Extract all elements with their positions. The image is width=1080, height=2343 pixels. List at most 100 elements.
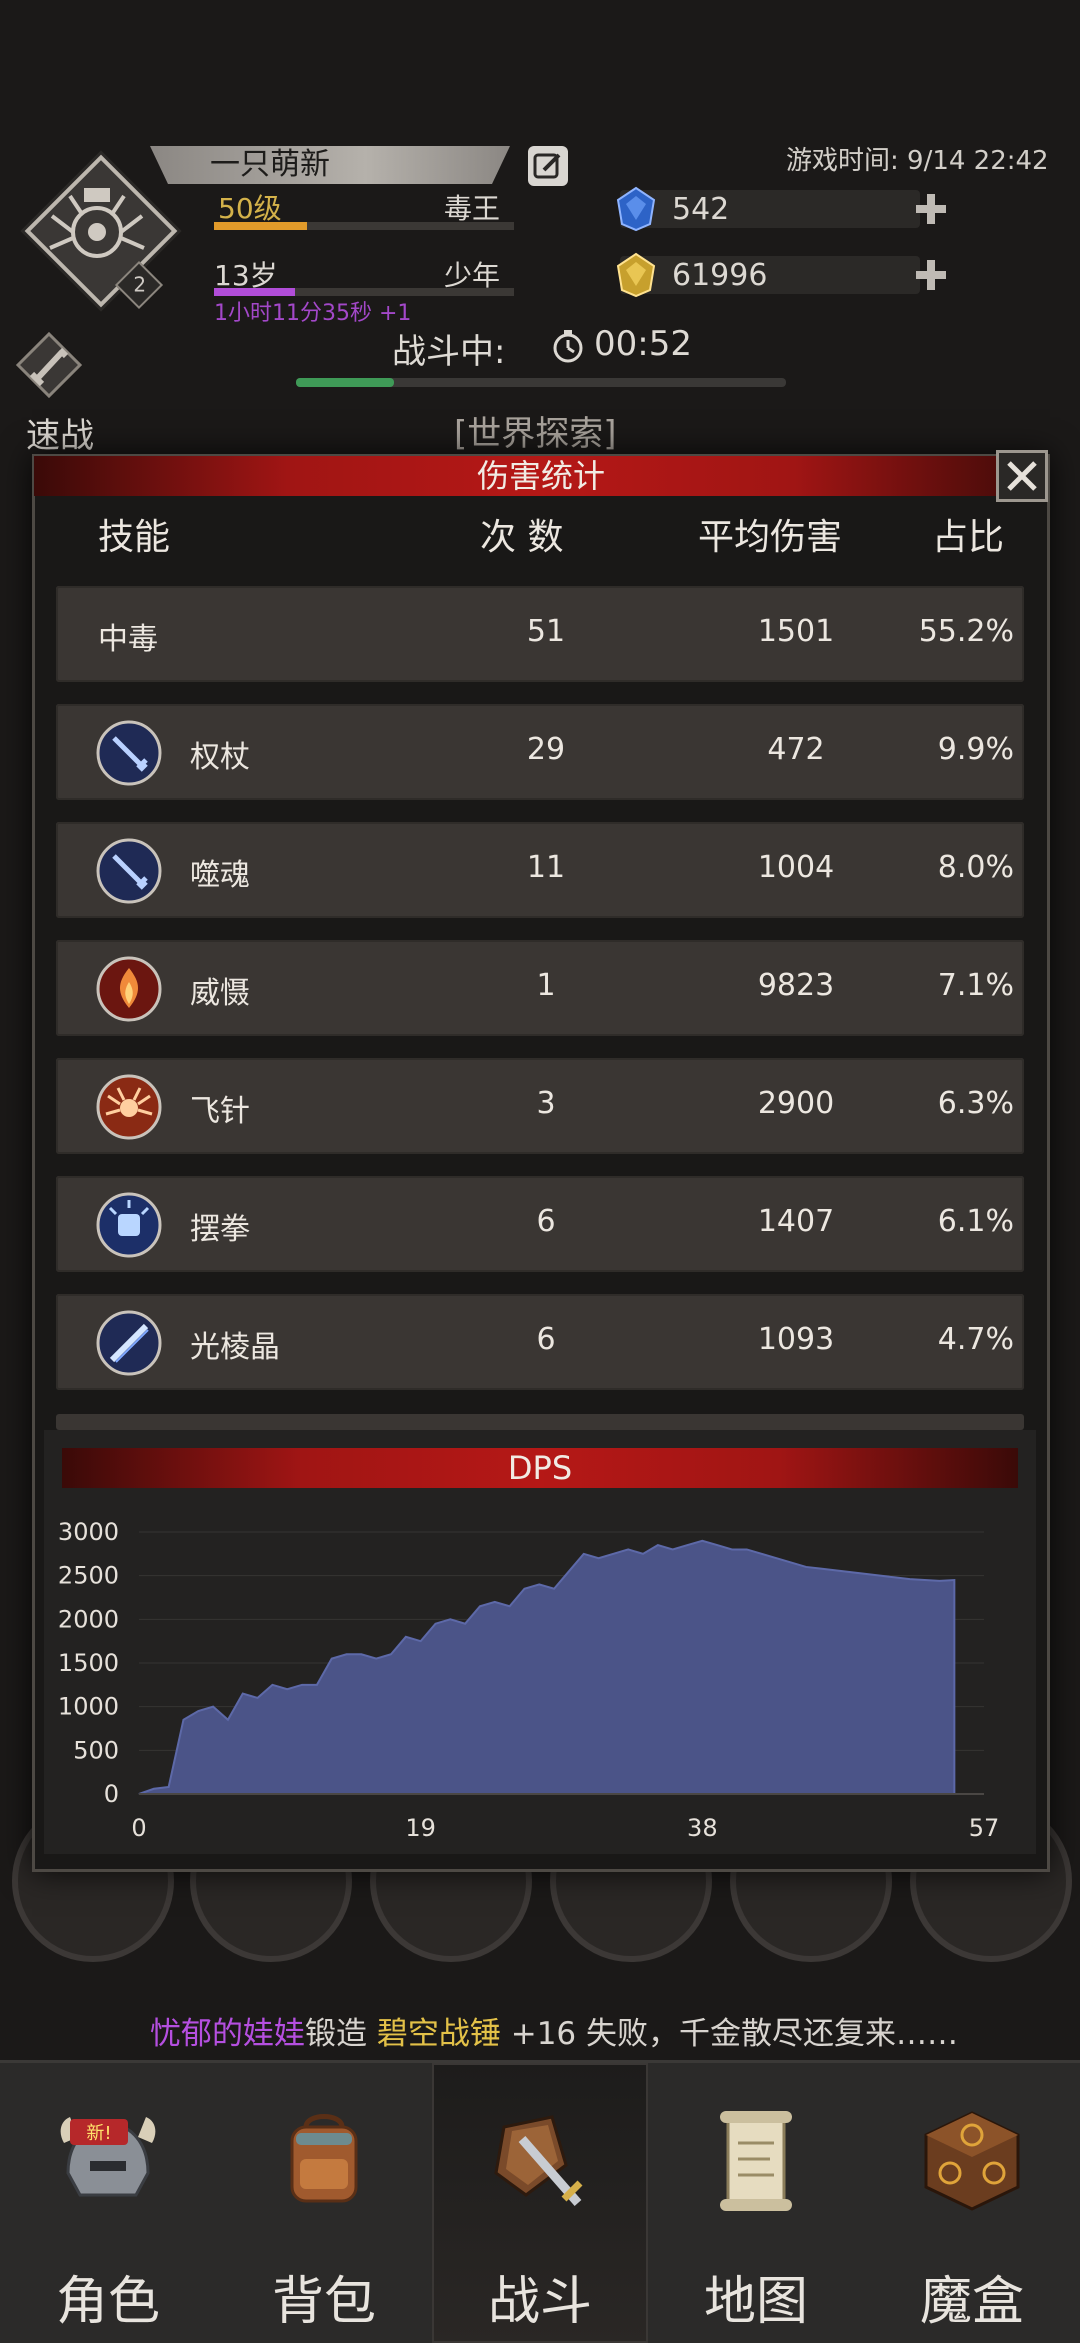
nav-magic-box[interactable]: 魔盒 [864,2063,1080,2343]
add-gem-button[interactable] [912,190,950,228]
modal-title: 伤害统计 [34,456,1048,496]
avg-damage: 1004 [757,850,835,885]
column-header-skill: 技能 [98,517,171,558]
avg-damage: 9823 [757,968,835,1003]
gem-currency: 542 [616,186,946,232]
broadcast-text: +16 失败，千金散尽还复来…… [500,2016,958,2052]
gold-icon [616,252,656,298]
hit-count: 6 [536,1204,556,1239]
new-badge-text: 新! [86,2123,111,2144]
backpack-icon [290,2114,358,2203]
dps-chart: 0 500 1000 1500 2000 2500 3000 0 19 38 57 [58,1518,999,1842]
level-progress-fill [214,222,307,230]
broadcast-verb: 锻造 [305,2016,367,2052]
age-timer: 1小时11分35秒 +1 [214,301,412,326]
nav-backpack[interactable]: 背包 [216,2063,432,2343]
skill-name: 噬魂 [190,858,250,893]
dps-area-series [138,1539,956,1795]
nav-map[interactable]: 地图 [648,2063,864,2343]
nav-battle[interactable]: 战斗 [432,2063,648,2343]
y-tick-label: 0 [104,1780,119,1808]
damage-share: 55.2% [918,614,1014,649]
column-header-pct: 占比 [932,517,1005,558]
close-button[interactable] [996,450,1048,502]
helmet-icon: 新! [60,2117,156,2197]
skill-name: 光棱晶 [190,1330,280,1365]
magic-box-icon [924,2111,1020,2211]
broadcast-player: 忧郁的娃娃 [150,2016,305,2052]
game-time: 游戏时间: 9/14 22:42 [786,146,1049,176]
flame-icon [96,956,162,1022]
broadcast-ticker: 忧郁的娃娃锻造 碧空战锤 +16 失败，千金散尽还复来…… [0,2008,1080,2053]
column-header-avg: 平均伤害 [698,517,843,558]
column-header-count: 次 数 [480,517,564,558]
damage-share: 7.1% [937,968,1014,1003]
skill-name: 权杖 [190,740,250,775]
skill-name: 摆拳 [190,1212,250,1247]
y-tick-label: 500 [73,1736,119,1764]
avg-damage: 472 [767,732,825,767]
skill-name: 中毒 [98,622,158,657]
scroll-map-icon [720,2111,792,2211]
y-tick-label: 2500 [58,1562,119,1590]
battle-progress-bar [296,378,786,387]
hit-count: 3 [536,1086,556,1121]
avg-damage: 2900 [757,1086,835,1121]
table-row[interactable]: 摆拳 6 1407 6.1% [56,1176,1024,1272]
fist-icon [96,1192,162,1258]
battle-status: 战斗中: [392,332,506,372]
hit-count: 51 [526,614,566,649]
y-tick-label: 1000 [58,1693,119,1721]
table-row[interactable]: 中毒 51 1501 55.2% [56,586,1024,682]
add-gold-button[interactable] [912,256,950,294]
hit-count: 29 [526,732,566,767]
title-label: 毒王 [444,192,501,225]
gem-icon [616,186,656,232]
damage-share: 6.3% [937,1086,1014,1121]
bottom-nav: 新! 角色 背包 战斗 地图 魔盒 [0,2060,1080,2343]
level-label: 50级 [218,192,282,225]
nav-character[interactable]: 新! 角色 [0,2063,216,2343]
table-row[interactable]: 威慑 1 9823 7.1% [56,940,1024,1036]
gold-count: 61996 [672,258,768,293]
nav-label: 战斗 [487,2272,592,2332]
hit-count: 1 [536,968,556,1003]
damage-share: 9.9% [937,732,1014,767]
battle-time: 00:52 [594,324,692,364]
close-icon [1007,461,1037,491]
dps-title: DPS [62,1448,1018,1488]
x-tick-label: 0 [131,1814,146,1842]
hit-count: 6 [536,1322,556,1357]
spider-icon [96,1074,162,1140]
sword-icon [96,720,162,786]
player-name: 一只萌新 [150,146,510,184]
level-progress-bar [214,222,514,230]
avg-damage: 1093 [757,1322,835,1357]
edit-name-button[interactable] [528,146,568,186]
sword-icon [96,838,162,904]
quick-battle-label[interactable]: 速战 [26,408,94,457]
table-row[interactable]: 光棱晶 6 1093 4.7% [56,1294,1024,1390]
y-tick-label: 3000 [58,1518,119,1546]
damage-share: 8.0% [937,850,1014,885]
x-tick-label: 38 [687,1814,718,1842]
hit-count: 11 [526,850,566,885]
quick-battle-icon[interactable] [14,330,84,400]
damage-share: 6.1% [937,1204,1014,1239]
location-label: [世界探索] [454,414,617,454]
avg-damage: 1407 [757,1204,835,1239]
broadcast-item: 碧空战锤 [376,2016,501,2052]
table-row[interactable]: 权杖 29 472 9.9% [56,704,1024,800]
table-row[interactable]: 飞针 3 2900 6.3% [56,1058,1024,1154]
nav-label: 背包 [271,2272,376,2332]
nav-label: 角色 [55,2272,160,2332]
table-row[interactable]: 噬魂 11 1004 8.0% [56,822,1024,918]
skill-name: 飞针 [190,1094,250,1129]
sword-shield-icon [494,2115,583,2206]
y-tick-label: 1500 [58,1649,119,1677]
nav-label: 地图 [703,2272,808,2332]
damage-share: 4.7% [937,1322,1014,1357]
avg-damage: 1501 [757,614,835,649]
skill-name: 威慑 [190,976,250,1011]
crystal-icon [96,1310,162,1376]
